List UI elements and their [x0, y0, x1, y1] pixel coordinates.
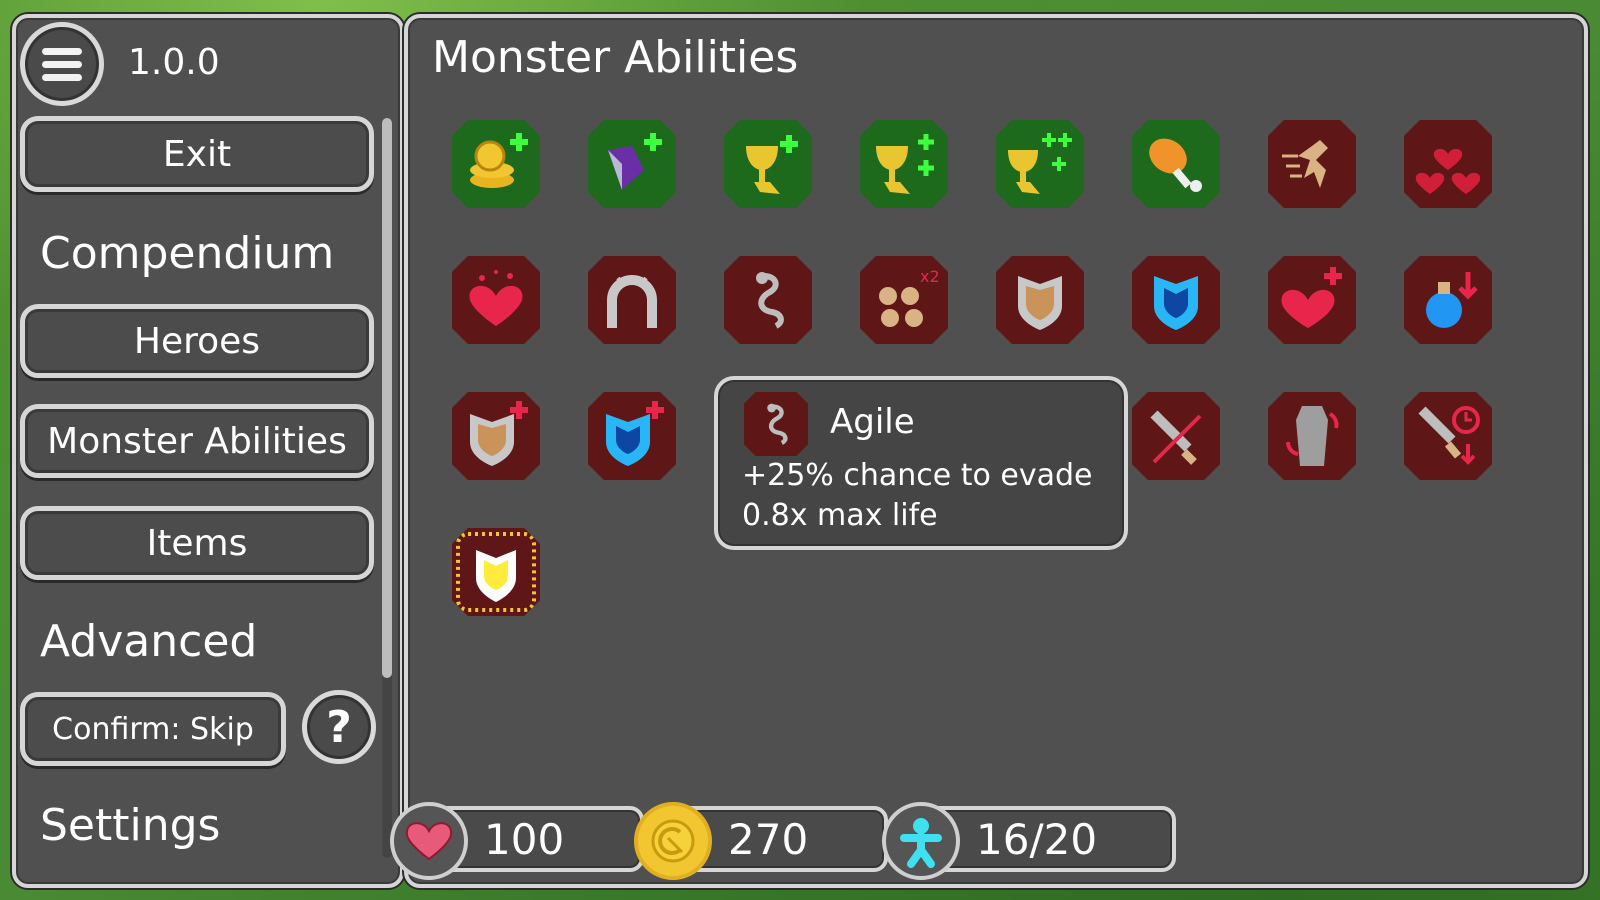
heart-icon	[390, 802, 468, 880]
golden-chalice-double-plus-icon[interactable]	[860, 120, 948, 208]
heroes-button[interactable]: Heroes	[20, 304, 374, 378]
exit-button[interactable]: Exit	[20, 116, 374, 192]
sword-slash-crossed-icon[interactable]	[1132, 392, 1220, 480]
advanced-heading: Advanced	[40, 616, 258, 667]
version-label: 1.0.0	[128, 42, 220, 83]
radiant-yellow-shield-icon[interactable]	[452, 528, 540, 616]
dashing-figure-icon[interactable]	[1268, 120, 1356, 208]
items-button[interactable]: Items	[20, 506, 374, 580]
swarm-x2-icon[interactable]: x2	[860, 256, 948, 344]
tooltip-description: 0.8x max life	[742, 498, 938, 533]
page-title: Monster Abilities	[432, 32, 799, 83]
blue-shield-plus-icon[interactable]	[588, 392, 676, 480]
svg-text:x2: x2	[920, 267, 940, 286]
menu-icon-bar	[42, 60, 82, 68]
snake-icon[interactable]	[724, 256, 812, 344]
snake-icon	[744, 392, 808, 456]
gold-coin-icon	[634, 802, 712, 880]
ability-tooltip: Agile +25% chance to evade 0.8x max life	[714, 376, 1128, 550]
compendium-heading: Compendium	[40, 228, 335, 279]
heart-plus-icon[interactable]	[1268, 256, 1356, 344]
sword-clock-icon[interactable]	[1404, 392, 1492, 480]
menu-icon-bar	[42, 73, 82, 81]
tooltip-description: +25% chance to evade	[742, 458, 1093, 493]
settings-heading: Settings	[40, 800, 221, 851]
coffin-revive-icon[interactable]	[1268, 392, 1356, 480]
gold-coins-plus-icon[interactable]	[452, 120, 540, 208]
hero-figure-icon	[882, 802, 960, 880]
menu-icon-bar	[42, 47, 82, 55]
wooden-shield-icon[interactable]	[996, 256, 1084, 344]
sidebar-scrollbar-thumb[interactable]	[382, 118, 392, 678]
blue-potion-down-icon[interactable]	[1404, 256, 1492, 344]
wooden-shield-plus-icon[interactable]	[452, 392, 540, 480]
tooltip-title: Agile	[830, 402, 915, 442]
drumstick-icon[interactable]	[1132, 120, 1220, 208]
confirm-skip-button[interactable]: Confirm: Skip	[20, 692, 286, 766]
help-button[interactable]: ?	[302, 690, 376, 764]
hamburger-menu-button[interactable]	[20, 22, 104, 106]
triple-hearts-icon[interactable]	[1404, 120, 1492, 208]
horseshoe-icon[interactable]	[588, 256, 676, 344]
monster-abilities-button[interactable]: Monster Abilities	[20, 404, 374, 478]
heroes-value: 16/20	[922, 806, 1176, 872]
golden-chalice-plus-icon[interactable]	[724, 120, 812, 208]
purple-gem-plus-icon[interactable]	[588, 120, 676, 208]
sparkling-heart-icon[interactable]	[452, 256, 540, 344]
blue-shield-icon[interactable]	[1132, 256, 1220, 344]
golden-chalice-triple-plus-icon[interactable]	[996, 120, 1084, 208]
